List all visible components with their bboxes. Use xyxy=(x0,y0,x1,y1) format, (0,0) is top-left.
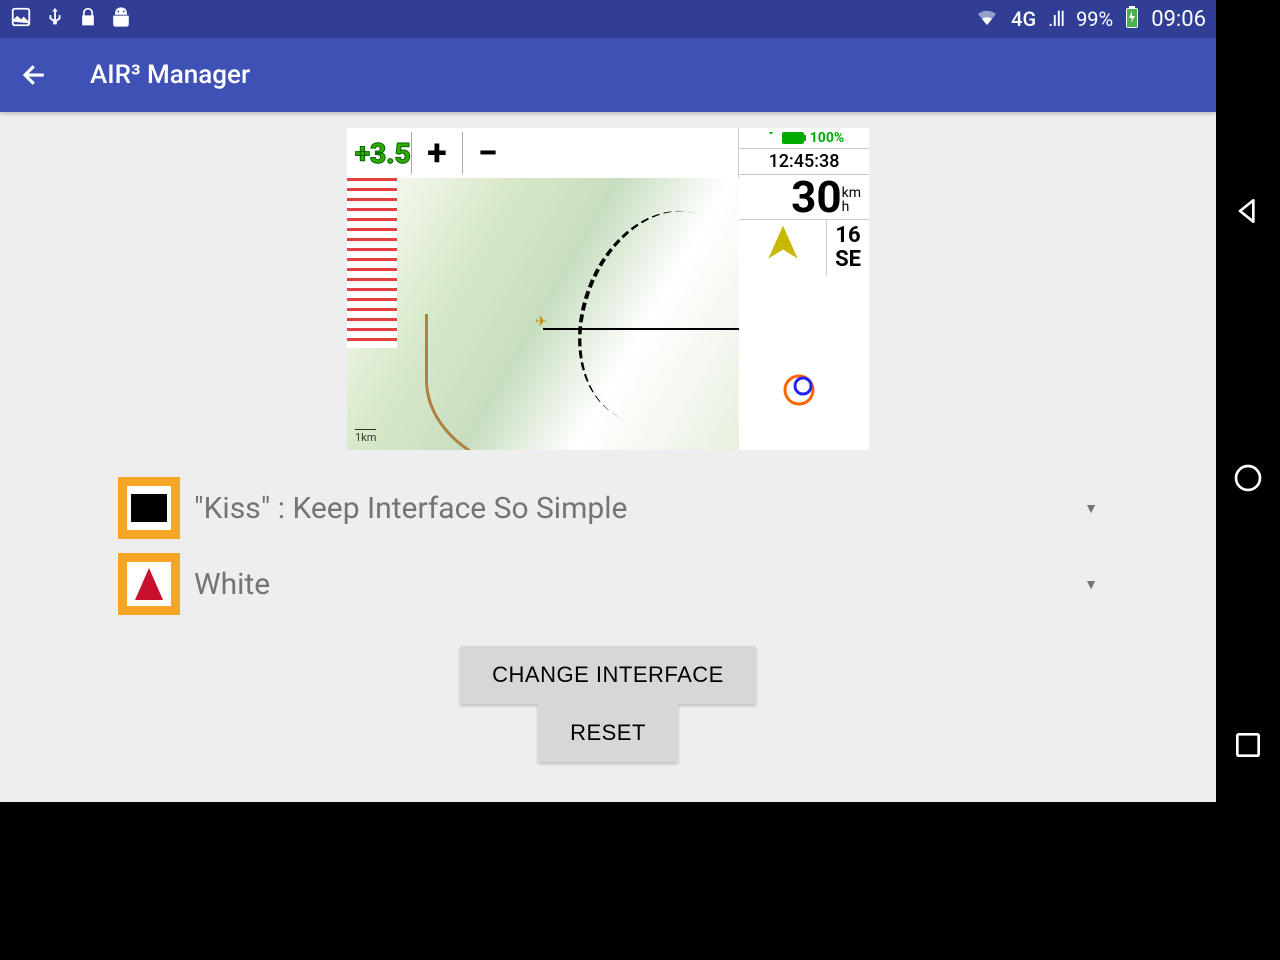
preview-vario: +3.5 xyxy=(355,137,411,170)
system-nav-bar xyxy=(1216,0,1280,960)
lock-icon xyxy=(78,7,98,32)
wifi-icon xyxy=(975,5,999,34)
reset-button[interactable]: RESET xyxy=(538,704,678,762)
change-interface-button[interactable]: CHANGE INTERFACE xyxy=(460,646,756,704)
battery-percent: 99% xyxy=(1076,7,1113,31)
theme-icon xyxy=(118,553,180,615)
chevron-down-icon: ▼ xyxy=(1084,500,1098,517)
interface-label: "Kiss" : Keep Interface So Simple xyxy=(194,491,1084,526)
nav-back-button[interactable] xyxy=(1232,195,1264,231)
signal-icon: .ıll xyxy=(1048,7,1064,31)
preview-plus: + xyxy=(411,132,462,174)
back-button[interactable] xyxy=(20,60,50,90)
network-label: 4G xyxy=(1011,7,1036,31)
preview-battery: 100% xyxy=(739,128,869,149)
preview-speed: 30km h xyxy=(739,175,869,220)
nav-recent-button[interactable] xyxy=(1232,729,1264,765)
image-icon xyxy=(10,6,32,33)
chevron-down-icon: ▼ xyxy=(1084,576,1098,593)
clock: 09:06 xyxy=(1151,7,1206,32)
android-icon xyxy=(110,6,132,33)
usb-icon xyxy=(44,6,66,33)
interface-icon xyxy=(118,477,180,539)
theme-dropdown[interactable]: White ▼ xyxy=(118,546,1098,622)
app-bar: AIR³ Manager xyxy=(0,38,1216,112)
nav-home-button[interactable] xyxy=(1232,462,1264,498)
app-title: AIR³ Manager xyxy=(90,60,250,90)
interface-preview: +3.5 + − 630m 100% 12:45:38 30km h 16SE xyxy=(347,128,869,450)
preview-minus: − xyxy=(462,132,513,174)
battery-icon xyxy=(1125,6,1139,33)
interface-dropdown[interactable]: "Kiss" : Keep Interface So Simple ▼ xyxy=(118,470,1098,546)
preview-map: ✈ 1km xyxy=(347,178,739,450)
theme-label: White xyxy=(194,567,1084,602)
status-bar: 4G .ıll 99% 09:06 xyxy=(0,0,1216,38)
